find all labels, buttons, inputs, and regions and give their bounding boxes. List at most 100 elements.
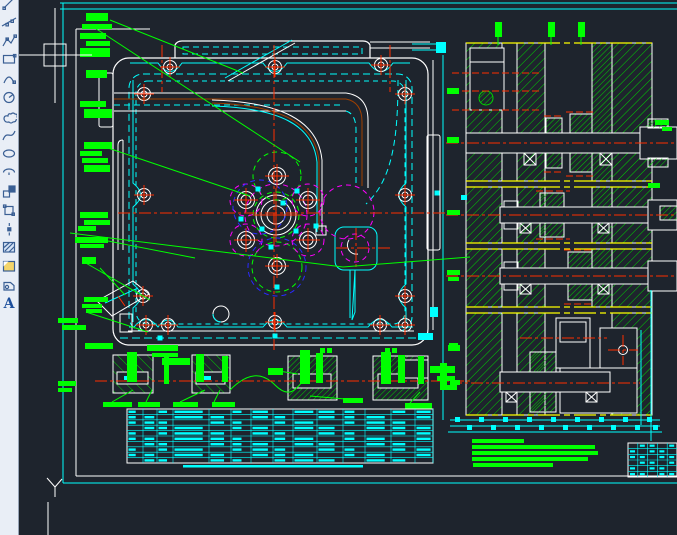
gradient-icon [2,261,16,272]
line-button[interactable] [0,0,18,12]
annotation-text-bar [82,304,102,308]
annotation-text-bar [447,88,459,94]
annotation-text-bar [80,212,108,218]
ellipse-arc-icon [2,168,16,176]
annotation-text-bar [548,22,555,37]
annotation-text-bar [343,398,363,403]
hatch-button[interactable] [0,238,18,256]
section-strip-3 [465,248,677,308]
circle-icon [3,91,15,104]
annotation-text-bar [75,237,108,243]
annotation-text-bar [80,33,106,39]
circle-button[interactable] [0,88,18,106]
annotation-text-bar [173,402,198,407]
point-button[interactable] [0,220,18,238]
autocad-window: A [0,0,677,535]
annotation-text-bar [80,244,104,248]
gradient-button[interactable] [0,257,18,275]
spline-icon [2,130,16,140]
spline-button[interactable] [0,126,18,144]
annotation-text-bar [648,183,660,188]
annotation-text-bar [447,270,460,275]
annotation-text-bar [437,376,455,381]
arc-button[interactable] [0,69,18,87]
annotation-text-bar [86,41,110,46]
make-block-button[interactable] [0,201,18,219]
annotation-text-bar [447,385,457,390]
annotation-text-bar [82,257,96,264]
annotation-text-bar [78,226,96,231]
construction-line-button[interactable] [0,13,18,31]
annotation-text-bar [80,48,110,57]
annotation-text-bar [84,297,108,302]
annotation-text-bar [86,13,108,21]
annotation-text-bar [138,402,160,407]
annotation-text-bar [84,165,110,172]
arc-icon [3,76,17,85]
annotation-text-bar [62,325,86,330]
ellipse-arc-button[interactable] [0,163,18,181]
annotation-text-bar [381,352,391,384]
point-icon [7,222,12,236]
annotation-text-bar [300,350,310,384]
hatch-icon [2,242,16,253]
annotation-text-bar [447,210,460,215]
annotation-text-bar [222,356,228,382]
annotation-text-bar [80,151,102,156]
annotation-text-bar [82,158,108,163]
annotation-text-bar [84,220,110,225]
drawing-canvas[interactable] [0,0,677,535]
annotation-text-bar [103,402,132,407]
ellipse-button[interactable] [0,144,18,162]
annotation-text-bar [196,354,204,382]
annotation-text-bar [662,127,672,131]
tech-requirement-line [472,445,595,449]
annotation-text-bar [320,348,325,353]
annotation-text-bar [127,352,137,382]
line-icon [2,0,17,11]
detail-box-3 [287,355,338,401]
mtext-button[interactable]: A [0,295,18,313]
annotation-text-bar [392,348,397,353]
annotation-text-bar [58,318,78,323]
ellipse-icon [2,149,16,158]
annotation-text-bar [84,109,112,118]
insert-block-icon [2,185,16,198]
rectangle-button[interactable] [0,50,18,68]
annotation-text-bar [578,22,585,37]
polyline-button[interactable] [0,32,18,50]
annotation-text-bar [212,402,235,407]
tech-requirement-line [472,457,588,461]
annotation-text-bar [495,22,502,37]
annotation-text-bar [84,142,112,149]
annotation-text-bar [164,356,169,384]
tech-requirement-line [473,463,553,467]
annotation-text-bar [85,343,113,349]
mtext-icon: A [3,295,15,312]
construction-line-icon [1,17,17,27]
region-button[interactable] [0,276,18,294]
annotation-text-bar [58,388,72,392]
annotation-text-bar [448,277,459,281]
annotation-text-bar [655,120,669,125]
annotation-text-bar [82,24,112,29]
draw-toolbar: A [0,0,19,535]
rectangle-icon [2,54,17,64]
annotation-text-bar [405,403,432,409]
annotation-text-bar [418,356,424,384]
annotation-text-bar [86,70,107,78]
tech-requirement-line [472,451,598,455]
polyline-icon [2,33,17,46]
insert-block-button[interactable] [0,182,18,200]
region-icon [3,281,15,291]
annotation-text-bar [316,353,323,383]
annotation-text-bar [449,343,458,348]
annotation-text-bar [147,345,178,351]
annotation-text-bar [58,381,76,386]
revcloud-icon [3,112,17,124]
tech-requirement-line [472,439,524,443]
make-block-icon [2,204,16,216]
annotation-text-bar [327,348,332,353]
annotation-text-bar [447,137,459,143]
revcloud-button[interactable] [0,107,18,125]
